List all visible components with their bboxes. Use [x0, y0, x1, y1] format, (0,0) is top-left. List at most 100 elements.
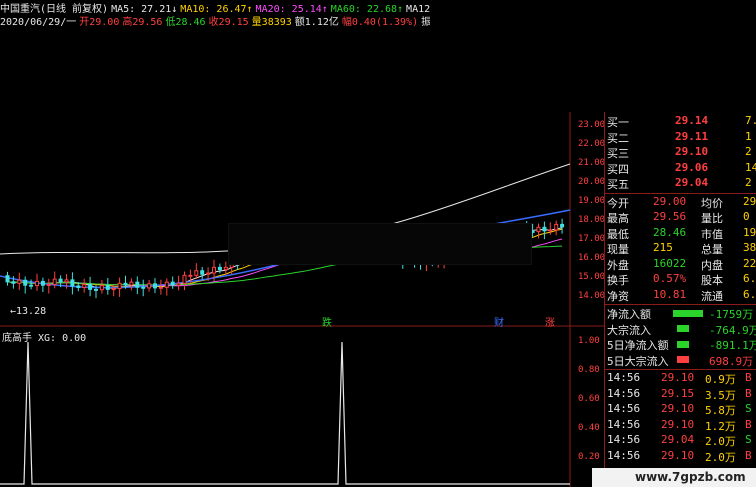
flow-label: 5日净流入额: [607, 339, 669, 352]
candle-body: [176, 282, 181, 286]
candle-body: [554, 223, 559, 231]
candle-body: [170, 281, 175, 286]
candle-body: [88, 283, 93, 290]
stat-value: 6.7: [743, 272, 756, 285]
candle-body: [536, 226, 541, 233]
flow-value: -764.9万: [709, 323, 756, 337]
event-marker[interactable]: 涨: [545, 314, 555, 329]
candle-body: [147, 283, 152, 289]
price-axis-label: 22.00: [578, 139, 606, 149]
tick-row: 14:56 29.10 0.9万 B: [605, 371, 756, 386]
candle-body: [223, 266, 228, 271]
bid-volume: 2: [745, 176, 752, 189]
bid-row: 买一 29.14 7.: [605, 114, 756, 129]
stat-label: 均价: [701, 196, 723, 210]
stat-row: 换手 0.57% 股本 6.7: [605, 272, 756, 287]
flow-label: 大宗流入: [607, 323, 651, 337]
candle-body: [548, 229, 553, 232]
candle-body: [17, 279, 22, 284]
candle-body: [194, 270, 199, 276]
candle-body: [99, 285, 104, 291]
price-axis-label: 20.00: [578, 177, 606, 187]
stat-label: 外盘: [607, 258, 629, 272]
stat-value: 0: [743, 210, 750, 223]
stat-label: 股本: [701, 274, 723, 287]
tick-side: S: [745, 433, 752, 446]
price-axis-label: 21.00: [578, 158, 606, 168]
bid-row: 买四 29.06 14.: [605, 161, 756, 176]
tick-time: 14:56: [607, 417, 641, 431]
candle-body: [35, 280, 39, 287]
watermark-text: www.7gpzb.com: [635, 470, 746, 484]
bid-price: 29.14: [675, 114, 709, 127]
stat-value: 6.7: [743, 287, 756, 301]
tick-row: 14:56 29.15 3.5万 B: [605, 387, 756, 402]
event-marker[interactable]: 跌: [322, 314, 332, 329]
candle-body: [182, 274, 187, 284]
flow-bar: [677, 356, 689, 363]
candle-body: [206, 272, 211, 275]
candle-body: [23, 279, 28, 286]
candle-body: [560, 223, 565, 228]
tick-volume: 5.8万: [705, 404, 736, 417]
tick-time: 14:56: [607, 448, 641, 462]
flow-value: 698.9万: [709, 354, 754, 368]
tick-row: 14:56 29.10 1.2万 B: [605, 418, 756, 433]
price-axis-label: 14.00: [578, 291, 606, 301]
tick-price: 29.10: [661, 448, 695, 462]
tick-time: 14:56: [607, 402, 641, 415]
flow-bar: [677, 325, 689, 332]
bid-label: 买四: [607, 162, 629, 176]
divider: [605, 192, 756, 194]
candle-body: [58, 278, 63, 283]
stat-row: 最高 29.56 量比 0: [605, 210, 756, 225]
candle-body: [5, 275, 10, 283]
stat-row: 外盘 16022 内盘 22: [605, 257, 756, 272]
price-axis-label: 19.00: [578, 196, 606, 206]
candle-body: [29, 284, 34, 287]
bid-label: 买二: [607, 131, 629, 145]
stat-label: 流通: [701, 289, 723, 303]
price-axis-label: 18.00: [578, 215, 606, 225]
candle-body: [188, 274, 193, 277]
tick-price: 29.10: [661, 371, 695, 384]
indicator-axis-label: 0.20: [578, 452, 600, 462]
redaction-block: [228, 223, 532, 265]
candle-body: [217, 266, 222, 271]
stat-label: 最高: [607, 212, 629, 225]
candle-body: [46, 283, 51, 286]
stat-value: 28.46: [653, 225, 687, 239]
bid-price: 29.10: [675, 145, 709, 158]
quote-panel: 买一 29.14 7. 买二 29.11 1 买三 29.10 2 买四 29.06 14. 买五 29.…: [604, 112, 756, 487]
candle-body: [82, 283, 87, 288]
stat-value: 29.56: [653, 210, 687, 223]
tick-price: 29.04: [661, 433, 695, 446]
candle-body: [212, 266, 216, 274]
bid-label: 买三: [607, 147, 629, 160]
stat-row: 现量 215 总量 38: [605, 241, 756, 256]
tick-time: 14:56: [607, 371, 641, 384]
candle-body: [200, 270, 205, 275]
tick-volume: 2.0万: [705, 450, 736, 464]
stat-value: 22: [743, 256, 756, 270]
stat-label: 量比: [701, 212, 723, 225]
candle-body: [117, 282, 122, 290]
bid-row: 买二 29.11 1: [605, 130, 756, 145]
flow-label: 5日大宗流入: [607, 354, 669, 368]
bid-volume: 14.: [745, 160, 756, 174]
candle-body: [158, 286, 163, 289]
candle-body: [153, 283, 157, 289]
event-marker[interactable]: 财: [494, 314, 504, 329]
bid-volume: 7.: [745, 114, 756, 127]
tick-price: 29.15: [661, 386, 695, 400]
stat-value: 215: [653, 241, 673, 254]
stat-value: 0.57%: [653, 272, 687, 285]
divider: [605, 304, 756, 305]
stat-row: 最低 28.46 市值 195.: [605, 226, 756, 241]
stat-value: 16022: [653, 256, 687, 270]
indicator-axis-label: 0.60: [578, 394, 600, 404]
tick-side: S: [745, 402, 752, 415]
stat-label: 总量: [701, 243, 723, 256]
candle-body: [64, 279, 69, 283]
candle-body: [105, 285, 110, 290]
